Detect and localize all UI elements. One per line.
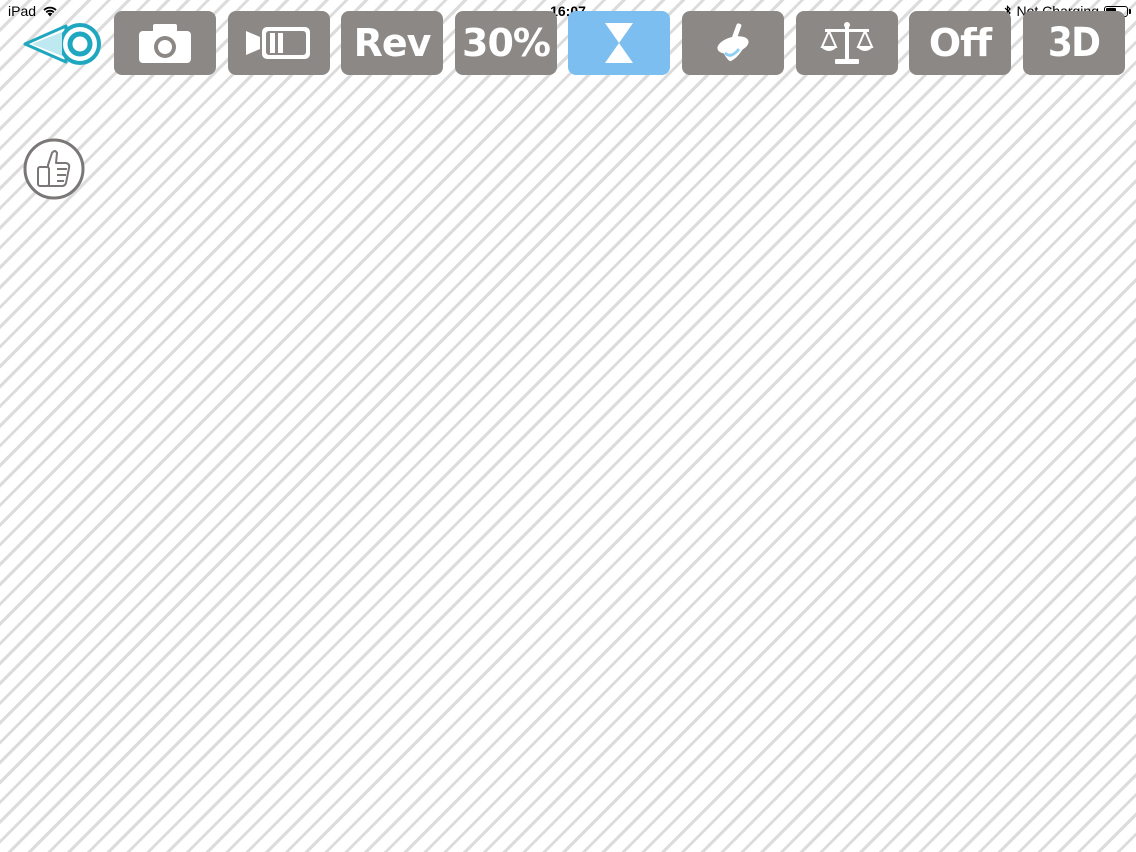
3d-label: 3D xyxy=(1048,20,1101,66)
spinning-top-icon xyxy=(717,23,749,62)
camera-icon xyxy=(139,24,191,63)
back-button[interactable] xyxy=(22,22,102,66)
hourglass-icon xyxy=(605,23,633,63)
timer-button[interactable] xyxy=(568,11,670,75)
thumbs-up-button[interactable] xyxy=(22,137,86,201)
balance-scale-icon xyxy=(820,22,874,64)
video-camera-icon xyxy=(246,27,310,59)
rev-button[interactable]: Rev xyxy=(341,11,443,75)
toolbar: Rev 30% Off 3D xyxy=(0,11,1136,75)
spin-button[interactable] xyxy=(682,11,784,75)
rev-label: Rev xyxy=(353,21,432,65)
percent-button[interactable]: 30% xyxy=(455,11,557,75)
video-button[interactable] xyxy=(228,11,330,75)
percent-label: 30% xyxy=(462,21,551,65)
thumbs-up-icon xyxy=(23,138,85,200)
3d-button[interactable]: 3D xyxy=(1023,11,1125,75)
balance-button[interactable] xyxy=(796,11,898,75)
off-button[interactable]: Off xyxy=(909,11,1011,75)
camera-button[interactable] xyxy=(114,11,216,75)
off-label: Off xyxy=(928,21,992,65)
back-arrow-icon xyxy=(23,23,101,65)
